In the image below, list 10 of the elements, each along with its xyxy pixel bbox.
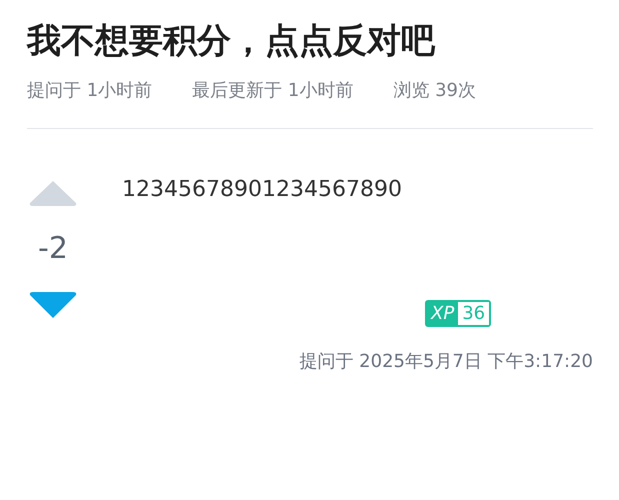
upvote-icon[interactable]	[28, 179, 78, 207]
question-title: 我不想要积分，点点反对吧	[27, 20, 436, 63]
vote-score: -2	[38, 230, 68, 268]
meta-info: 浏览 39次	[393, 79, 476, 102]
post-body: 12345678901234567890	[122, 177, 403, 202]
xp-badge: XP 36	[425, 300, 492, 327]
downvote-icon[interactable]	[28, 291, 78, 319]
asked-date: 提问于 2025年5月7日 下午3:17:20	[299, 350, 593, 373]
meta-info: 提问于 1小时前	[27, 79, 152, 102]
meta-info: 最后更新于 1小时前	[192, 79, 354, 102]
